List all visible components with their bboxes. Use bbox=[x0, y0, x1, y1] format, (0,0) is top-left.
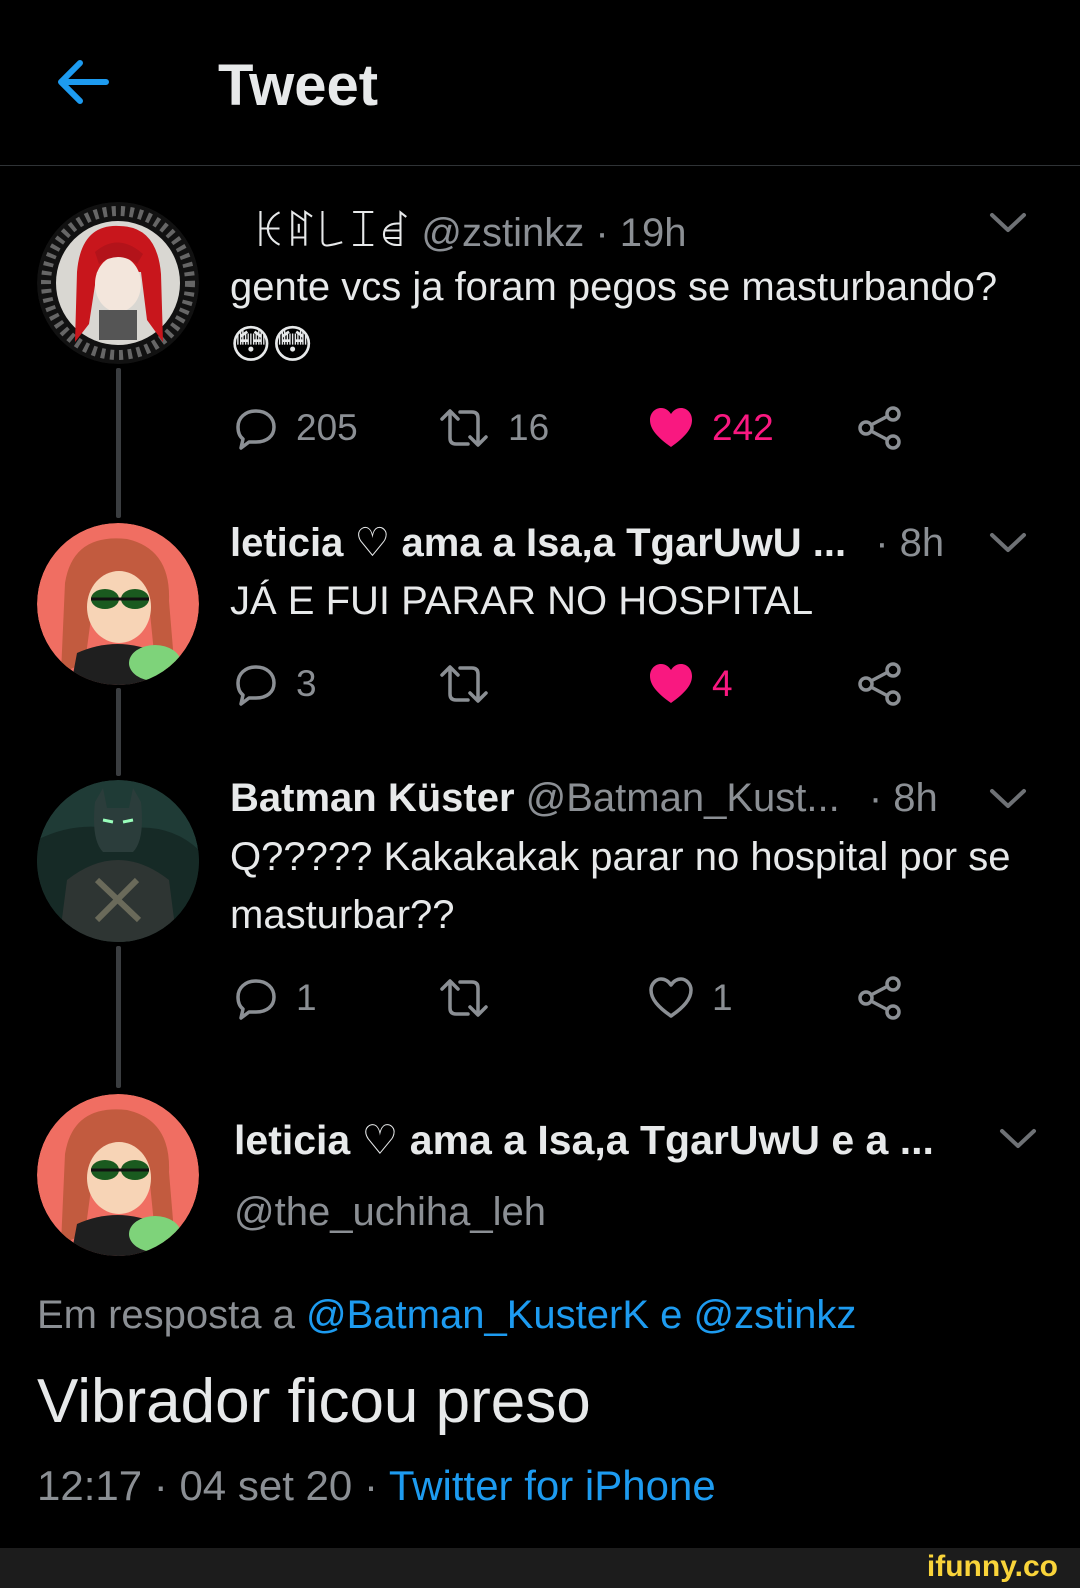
watermark-logo: ifunny.co bbox=[926, 1550, 1058, 1583]
avatar-leticia[interactable] bbox=[37, 523, 199, 685]
separator: · bbox=[153, 1462, 168, 1509]
share-icon bbox=[858, 976, 901, 1020]
reply-count: 3 bbox=[296, 663, 317, 704]
share-button[interactable] bbox=[856, 662, 904, 706]
like-button[interactable]: 242 bbox=[648, 406, 774, 450]
thread-connector bbox=[116, 688, 121, 776]
timestamp[interactable]: · 8h bbox=[869, 776, 938, 820]
top-bar: Tweet bbox=[0, 0, 1080, 166]
reply-prefix: Em resposta a bbox=[37, 1293, 295, 1337]
chevron-down-icon[interactable] bbox=[996, 1124, 1040, 1154]
avatar-zstinkz[interactable] bbox=[37, 202, 199, 364]
mention-link[interactable]: @Batman_KusterK bbox=[306, 1293, 649, 1337]
action-bar: 205 16 242 bbox=[234, 406, 934, 456]
timestamp[interactable]: · 19h bbox=[595, 211, 686, 255]
chevron-down-icon[interactable] bbox=[986, 784, 1030, 814]
tweet-header: Batman Küster @Batman_Kust... · 8h bbox=[230, 776, 938, 821]
replying-to: Em resposta a @Batman_KusterK e @zstinkz bbox=[37, 1293, 856, 1338]
retweet-button[interactable]: 16 bbox=[438, 406, 549, 450]
username[interactable]: @Batman_Kust... bbox=[526, 776, 840, 820]
heart-filled-icon bbox=[650, 664, 692, 703]
retweet-icon bbox=[440, 665, 488, 703]
retweet-button[interactable] bbox=[438, 662, 490, 706]
retweet-icon bbox=[440, 979, 488, 1017]
heart-outline-icon bbox=[649, 977, 693, 1018]
tweet-header: leticia ♡ ama a Isa,a TgarUwU ... · 8h bbox=[230, 520, 944, 566]
like-count: 1 bbox=[712, 977, 733, 1018]
reply-button[interactable]: 205 bbox=[234, 406, 358, 450]
reply-icon bbox=[236, 409, 276, 450]
display-name[interactable]: Batman Küster bbox=[230, 776, 515, 820]
retweet-count: 16 bbox=[508, 407, 550, 448]
reply-button[interactable]: 3 bbox=[234, 662, 317, 706]
reply-conjunction: e bbox=[660, 1293, 683, 1337]
reply-count: 205 bbox=[296, 407, 358, 448]
page-title: Tweet bbox=[218, 53, 379, 118]
retweet-button[interactable] bbox=[438, 976, 490, 1020]
mention-link[interactable]: @zstinkz bbox=[694, 1293, 857, 1337]
chevron-down-icon[interactable] bbox=[986, 208, 1030, 238]
tweet-text: JÁ E FUI PARAR NO HOSPITAL bbox=[230, 579, 814, 623]
avatar-leticia[interactable] bbox=[37, 1094, 199, 1256]
tweet-text: Q????? Kakakakak parar no hospital por s… bbox=[230, 835, 1011, 937]
username[interactable]: @the_uchiha_leh bbox=[234, 1190, 546, 1235]
share-icon bbox=[858, 662, 901, 706]
tweet-date[interactable]: 04 set 20 bbox=[179, 1462, 352, 1509]
source-link[interactable]: Twitter for iPhone bbox=[389, 1462, 716, 1509]
like-button[interactable]: 1 bbox=[648, 976, 733, 1020]
separator: · bbox=[363, 1462, 378, 1509]
back-arrow-icon[interactable] bbox=[52, 50, 116, 114]
share-button[interactable] bbox=[856, 976, 904, 1020]
reply-icon bbox=[236, 979, 276, 1020]
heart-filled-icon bbox=[650, 408, 692, 447]
share-button[interactable] bbox=[856, 406, 904, 450]
share-icon bbox=[858, 406, 901, 450]
action-bar: 1 1 bbox=[234, 976, 934, 1026]
tweet-text: gente vcs ja foram pegos se masturbando?… bbox=[230, 265, 998, 367]
thread-connector bbox=[116, 368, 121, 518]
thread-connector bbox=[116, 946, 121, 1088]
display-name[interactable]: leticia ♡ ama a Isa,a TgarUwU e a ... bbox=[234, 1116, 934, 1164]
display-name[interactable]: ꀘꍏ꒒ꀤꀸ bbox=[254, 211, 410, 255]
watermark-bar: ifunny.co bbox=[0, 1548, 1080, 1588]
tweet-time[interactable]: 12:17 bbox=[37, 1462, 142, 1509]
chevron-down-icon[interactable] bbox=[986, 528, 1030, 558]
reply-icon bbox=[236, 665, 276, 706]
timestamp[interactable]: · 8h bbox=[875, 521, 944, 565]
tweet-text: Vibrador ficou preso bbox=[37, 1367, 591, 1436]
like-count: 4 bbox=[712, 663, 733, 704]
like-button[interactable]: 4 bbox=[648, 662, 733, 706]
avatar-batman[interactable] bbox=[37, 780, 199, 942]
username[interactable]: @zstinkz bbox=[421, 211, 584, 255]
reply-button[interactable]: 1 bbox=[234, 976, 317, 1020]
tweet-header: ꀘꍏ꒒ꀤꀸ @zstinkz · 19h bbox=[254, 203, 687, 256]
display-name[interactable]: leticia ♡ ama a Isa,a TgarUwU ... bbox=[230, 521, 846, 565]
reply-count: 1 bbox=[296, 977, 317, 1018]
action-bar: 3 4 bbox=[234, 662, 934, 712]
like-count: 242 bbox=[712, 407, 774, 448]
retweet-icon bbox=[440, 409, 488, 447]
tweet-meta: 12:17 · 04 set 20 · Twitter for iPhone bbox=[37, 1462, 716, 1510]
